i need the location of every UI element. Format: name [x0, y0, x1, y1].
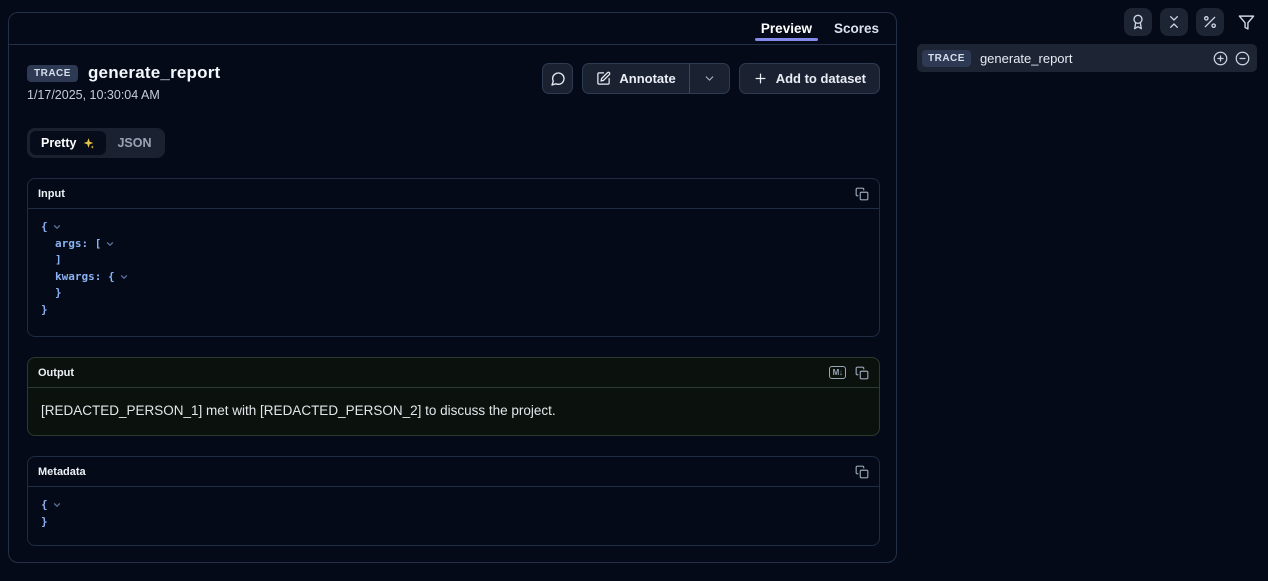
- filter-icon: [1238, 14, 1255, 31]
- trace-type-badge: TRACE: [27, 65, 78, 82]
- view-mode-json[interactable]: JSON: [106, 131, 162, 155]
- annotate-button[interactable]: Annotate: [583, 64, 688, 93]
- json-line: ]: [41, 252, 867, 269]
- trace-content: TRACE generate_report 1/17/2025, 10:30:0…: [9, 45, 896, 546]
- view-mode-toggle-row: Pretty JSON: [27, 128, 880, 158]
- output-section: Output M↓ [REDACTED_PERSON_1] met with […: [27, 357, 880, 436]
- input-section-title: Input: [38, 188, 65, 200]
- json-token: ]: [55, 252, 62, 269]
- trace-header-row: TRACE generate_report 1/17/2025, 10:30:0…: [27, 63, 880, 102]
- award-icon: [1130, 14, 1146, 30]
- tree-node-trace[interactable]: TRACE generate_report: [917, 44, 1257, 72]
- trace-detail-panel: Preview Scores TRACE generate_report 1/1…: [8, 12, 897, 563]
- json-token: }: [41, 302, 48, 319]
- annotate-button-group: Annotate: [582, 63, 729, 94]
- add-to-dataset-label: Add to dataset: [776, 71, 866, 86]
- json-line: args: [: [41, 236, 867, 253]
- annotate-label: Annotate: [619, 71, 675, 86]
- json-line: {: [41, 497, 867, 514]
- json-token: {: [41, 219, 48, 236]
- trace-timestamp: 1/17/2025, 10:30:04 AM: [27, 88, 220, 102]
- metadata-json-tree: { }: [28, 487, 879, 545]
- minus-circle-icon[interactable]: [1235, 51, 1250, 66]
- chevron-down-icon[interactable]: [52, 222, 62, 232]
- output-section-header: Output M↓: [28, 358, 879, 388]
- plus-icon: [753, 71, 768, 86]
- json-token: }: [41, 514, 48, 531]
- sparkles-icon: [82, 137, 95, 150]
- trace-type-badge: TRACE: [922, 50, 971, 67]
- plus-circle-icon[interactable]: [1213, 51, 1228, 66]
- copy-icon[interactable]: [855, 366, 869, 380]
- json-line: }: [41, 285, 867, 302]
- trace-identity: TRACE generate_report 1/17/2025, 10:30:0…: [27, 63, 220, 102]
- json-token: {: [41, 497, 48, 514]
- json-token: }: [55, 285, 62, 302]
- collapse-vertical-icon: [1166, 14, 1182, 30]
- json-line: }: [41, 302, 867, 319]
- pretty-label: Pretty: [41, 136, 76, 150]
- copy-icon[interactable]: [855, 465, 869, 479]
- tab-preview-label: Preview: [761, 21, 812, 36]
- trace-title: generate_report: [88, 63, 220, 83]
- json-line: {: [41, 219, 867, 236]
- json-line: }: [41, 514, 867, 531]
- input-section-header: Input: [28, 179, 879, 209]
- view-mode-toggle: Pretty JSON: [27, 128, 165, 158]
- tab-preview[interactable]: Preview: [750, 13, 823, 44]
- filter-button[interactable]: [1232, 8, 1260, 36]
- add-to-dataset-button[interactable]: Add to dataset: [739, 63, 880, 94]
- percent-icon: [1202, 14, 1218, 30]
- tree-toolbar: [1124, 8, 1260, 36]
- metadata-section-header: Metadata: [28, 457, 879, 487]
- json-token: args: [: [55, 236, 101, 253]
- tree-node-title: generate_report: [980, 51, 1073, 66]
- chevron-down-icon[interactable]: [52, 500, 62, 510]
- output-section-title: Output: [38, 367, 74, 379]
- annotate-dropdown-button[interactable]: [689, 64, 729, 93]
- metrics-button[interactable]: [1196, 8, 1224, 36]
- copy-icon[interactable]: [855, 187, 869, 201]
- tab-scores[interactable]: Scores: [823, 13, 890, 44]
- tab-bar: Preview Scores: [9, 13, 896, 45]
- metadata-section-title: Metadata: [38, 466, 86, 478]
- comment-icon: [550, 71, 566, 87]
- chevron-down-icon[interactable]: [105, 239, 115, 249]
- tree-node-actions: [1213, 51, 1250, 66]
- json-label: JSON: [117, 136, 151, 150]
- trace-actions: Annotate Add to dataset: [542, 63, 880, 94]
- output-text: [REDACTED_PERSON_1] met with [REDACTED_P…: [28, 388, 879, 435]
- comment-button[interactable]: [542, 63, 573, 94]
- view-mode-pretty[interactable]: Pretty: [30, 131, 106, 155]
- chevron-down-icon: [703, 72, 716, 85]
- json-line: kwargs: {: [41, 269, 867, 286]
- markdown-icon[interactable]: M↓: [829, 366, 846, 379]
- chevron-down-icon[interactable]: [119, 272, 129, 282]
- award-button[interactable]: [1124, 8, 1152, 36]
- collapse-button[interactable]: [1160, 8, 1188, 36]
- input-json-tree: { args: [ ] kwargs: { } }: [28, 209, 879, 336]
- json-token: kwargs: {: [55, 269, 115, 286]
- input-section: Input { args: [ ]: [27, 178, 880, 337]
- metadata-section: Metadata { }: [27, 456, 880, 546]
- tab-scores-label: Scores: [834, 21, 879, 36]
- edit-icon: [596, 71, 611, 86]
